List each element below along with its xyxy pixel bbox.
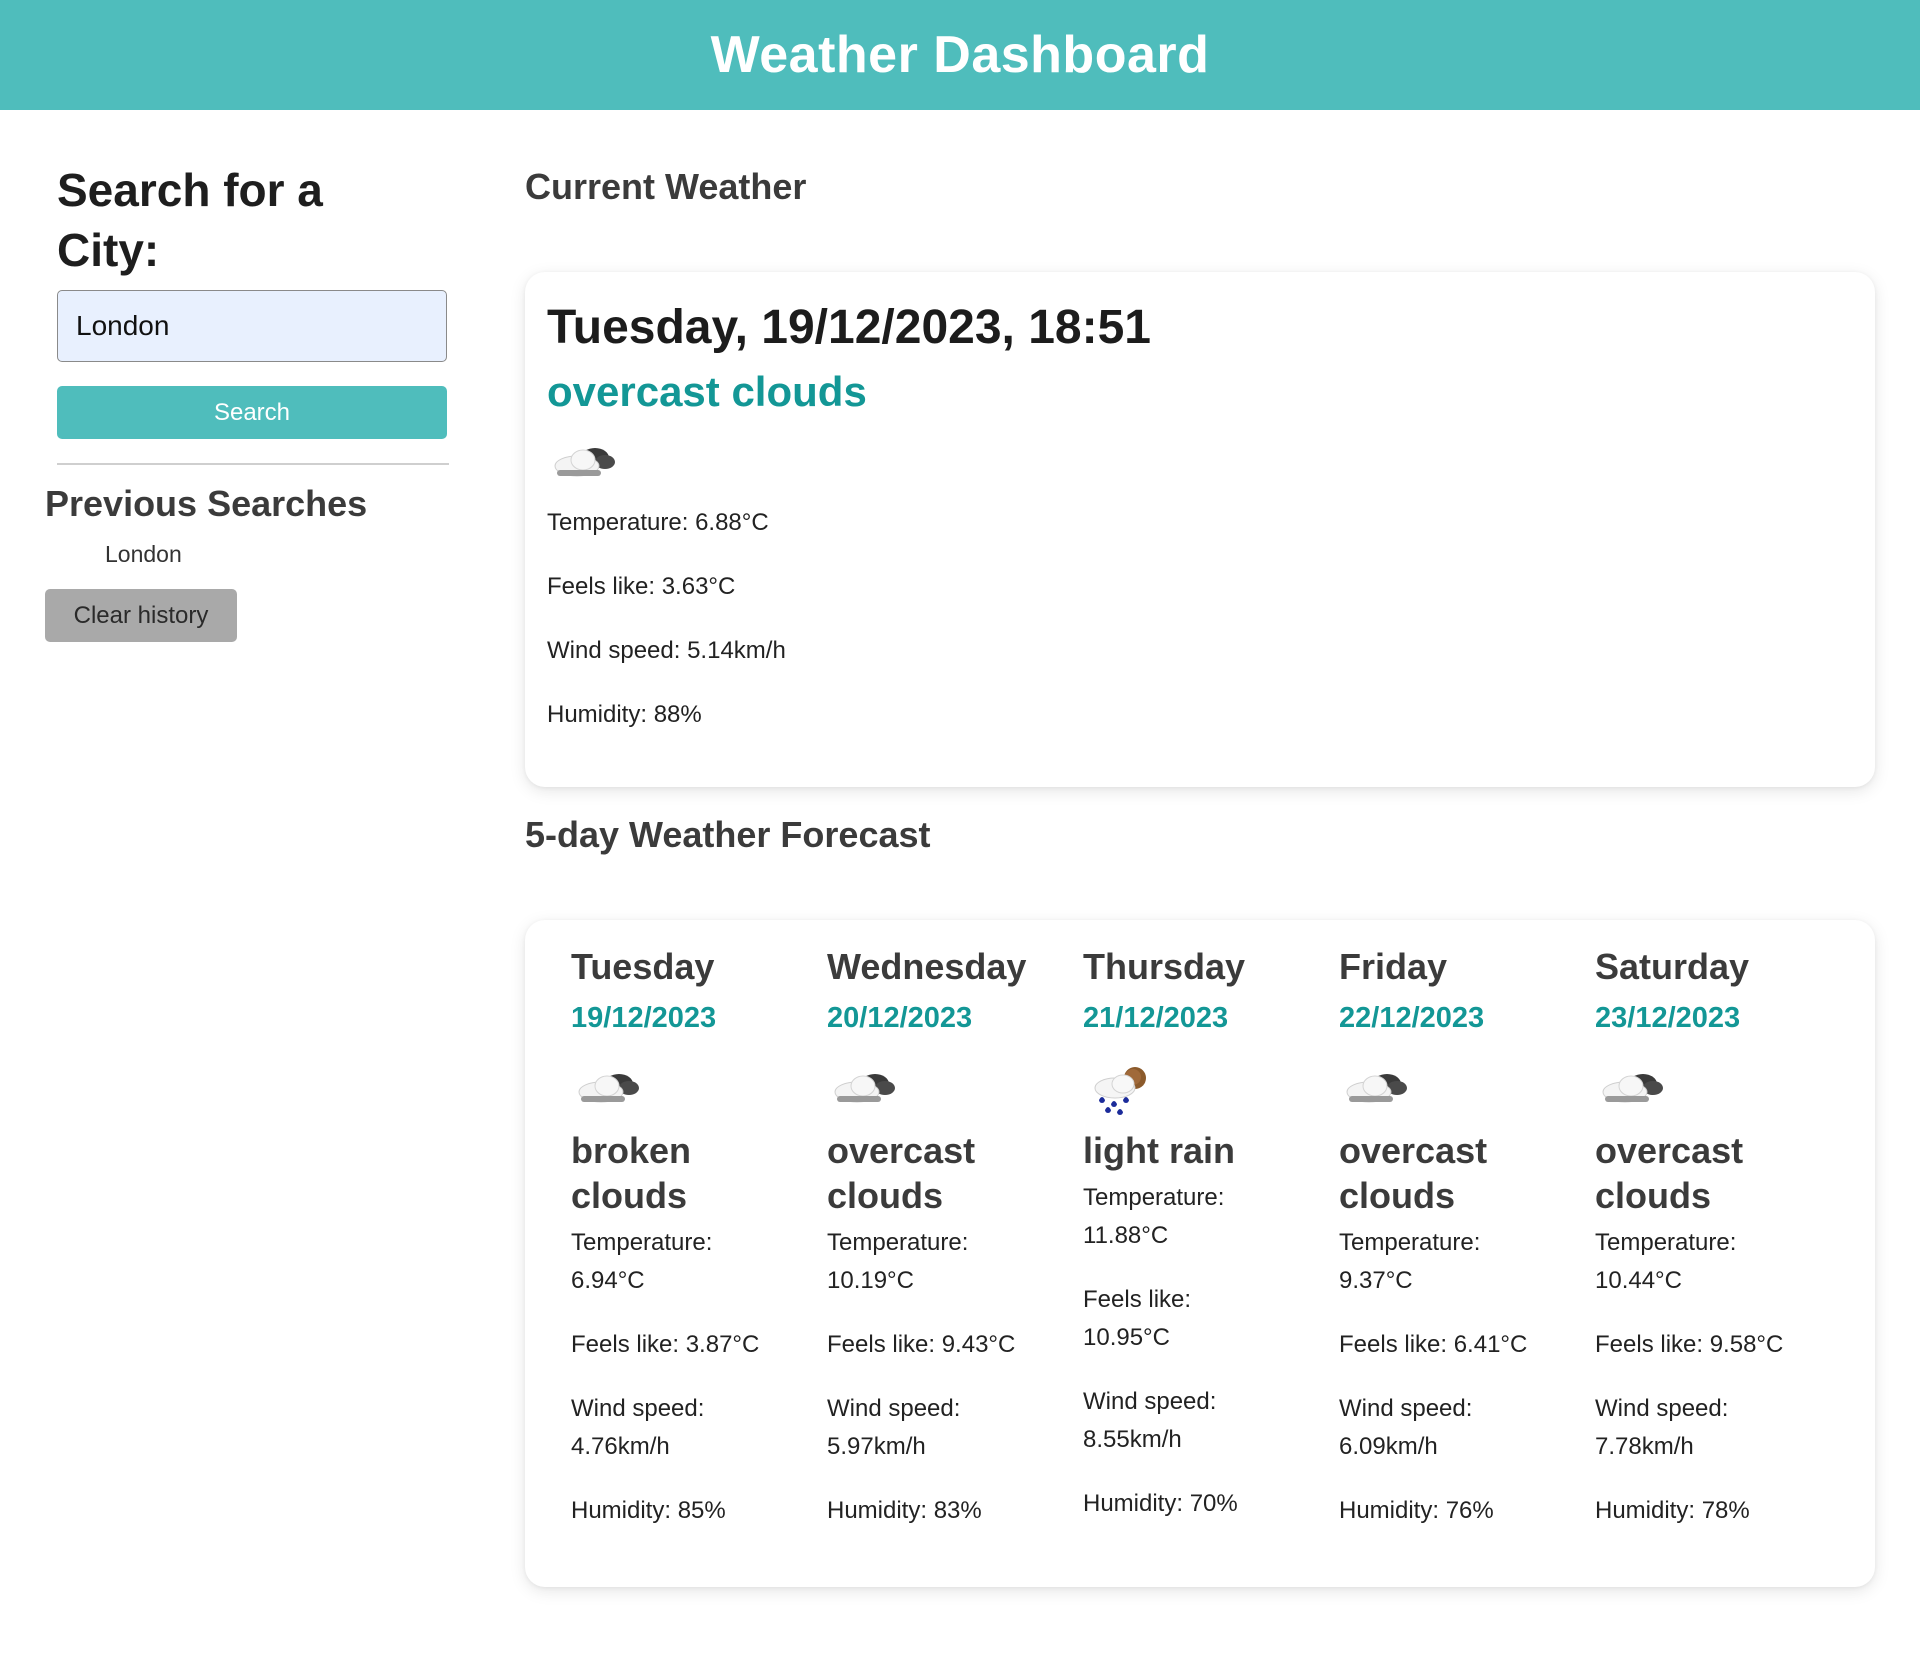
- overcast-clouds-icon: [834, 1074, 895, 1103]
- forecast-humidity: Humidity: 78%: [1595, 1497, 1750, 1524]
- current-weather-card: Tuesday, 19/12/2023, 18:51 overcast clou…: [525, 272, 1875, 787]
- search-button[interactable]: Search: [57, 386, 447, 439]
- current-wind-speed: Wind speed: 5.14km/h: [547, 637, 786, 664]
- forecast-day-card: Saturday 23/12/2023 overcast clouds Temp…: [1595, 942, 1851, 1556]
- search-history-list: London: [45, 537, 450, 571]
- forecast-humidity: Humidity: 76%: [1339, 1497, 1494, 1524]
- forecast-humidity: Humidity: 85%: [571, 1497, 726, 1524]
- forecast-feels-like: Feels like: 6.41°C: [1339, 1331, 1528, 1358]
- overcast-clouds-icon: [578, 1074, 639, 1103]
- light-rain-icon: [1094, 1067, 1146, 1115]
- forecast-day-card: Friday 22/12/2023 overcast clouds Temper…: [1339, 942, 1595, 1556]
- forecast-date: 23/12/2023: [1595, 1002, 1741, 1034]
- forecast-description: light rain: [1083, 1130, 1235, 1171]
- forecast-temperature: Temperature: 11.88°C: [1083, 1184, 1225, 1249]
- overcast-clouds-icon: [1602, 1074, 1663, 1103]
- app-header: Weather Dashboard: [0, 0, 1920, 110]
- forecast-feels-like: Feels like: 3.87°C: [571, 1331, 760, 1358]
- forecast-feels-like: Feels like: 9.43°C: [827, 1331, 1016, 1358]
- current-description: overcast clouds: [547, 368, 867, 415]
- forecast-description: overcast clouds: [1595, 1130, 1744, 1216]
- forecast-day-name: Tuesday: [571, 946, 715, 987]
- current-feels-like: Feels like: 3.63°C: [547, 573, 736, 600]
- forecast-date: 22/12/2023: [1339, 1002, 1485, 1034]
- clear-history-button[interactable]: Clear history: [45, 589, 237, 642]
- forecast-temperature: Temperature: 10.44°C: [1595, 1229, 1737, 1294]
- forecast-day-name: Friday: [1339, 946, 1448, 987]
- forecast-wind-speed: Wind speed: 5.97km/h: [827, 1395, 961, 1460]
- city-search-input[interactable]: [57, 290, 447, 362]
- forecast-day-name: Thursday: [1083, 946, 1246, 987]
- forecast-card: Tuesday 19/12/2023 broken clouds Tempera…: [525, 920, 1875, 1587]
- current-temperature: Temperature: 6.88°C: [547, 509, 769, 536]
- history-item[interactable]: London: [105, 537, 450, 571]
- forecast-day-card: Tuesday 19/12/2023 broken clouds Tempera…: [571, 942, 827, 1556]
- forecast-temperature: Temperature: 10.19°C: [827, 1229, 969, 1294]
- forecast-day-card: Thursday 21/12/2023 light rain Temperatu…: [1083, 942, 1339, 1556]
- forecast-feels-like: Feels like: 10.95°C: [1083, 1286, 1192, 1351]
- forecast-wind-speed: Wind speed: 4.76km/h: [571, 1395, 705, 1460]
- forecast-temperature: Temperature: 9.37°C: [1339, 1229, 1481, 1294]
- sidebar-divider: [57, 463, 449, 465]
- forecast-day-card: Wednesday 20/12/2023 overcast clouds Tem…: [827, 942, 1083, 1556]
- current-datetime: Tuesday, 19/12/2023, 18:51: [547, 301, 1151, 354]
- forecast-title: 5-day Weather Forecast: [525, 814, 931, 855]
- current-humidity: Humidity: 88%: [547, 701, 702, 728]
- forecast-date: 20/12/2023: [827, 1002, 973, 1034]
- forecast-temperature: Temperature: 6.94°C: [571, 1229, 713, 1294]
- forecast-day-name: Wednesday: [827, 946, 1027, 987]
- forecast-wind-speed: Wind speed: 8.55km/h: [1083, 1388, 1217, 1453]
- forecast-feels-like: Feels like: 9.58°C: [1595, 1331, 1784, 1358]
- forecast-date: 21/12/2023: [1083, 1002, 1229, 1034]
- forecast-humidity: Humidity: 83%: [827, 1497, 982, 1524]
- forecast-wind-speed: Wind speed: 6.09km/h: [1339, 1395, 1473, 1460]
- sidebar: Search for a City: Search Previous Searc…: [45, 160, 450, 642]
- previous-searches-heading: Previous Searches: [45, 483, 368, 524]
- forecast-description: overcast clouds: [1339, 1130, 1488, 1216]
- forecast-description: broken clouds: [571, 1130, 692, 1216]
- forecast-row: Tuesday 19/12/2023 broken clouds Tempera…: [571, 942, 1851, 1556]
- current-weather-title: Current Weather: [525, 166, 807, 207]
- forecast-date: 19/12/2023: [571, 1002, 717, 1034]
- forecast-description: overcast clouds: [827, 1130, 976, 1216]
- forecast-wind-speed: Wind speed: 7.78km/h: [1595, 1395, 1729, 1460]
- overcast-clouds-icon: [554, 448, 615, 477]
- forecast-day-name: Saturday: [1595, 946, 1750, 987]
- app-title: Weather Dashboard: [710, 26, 1210, 84]
- overcast-clouds-icon: [1346, 1074, 1407, 1103]
- search-heading: Search for a City:: [57, 164, 323, 276]
- forecast-humidity: Humidity: 70%: [1083, 1490, 1238, 1517]
